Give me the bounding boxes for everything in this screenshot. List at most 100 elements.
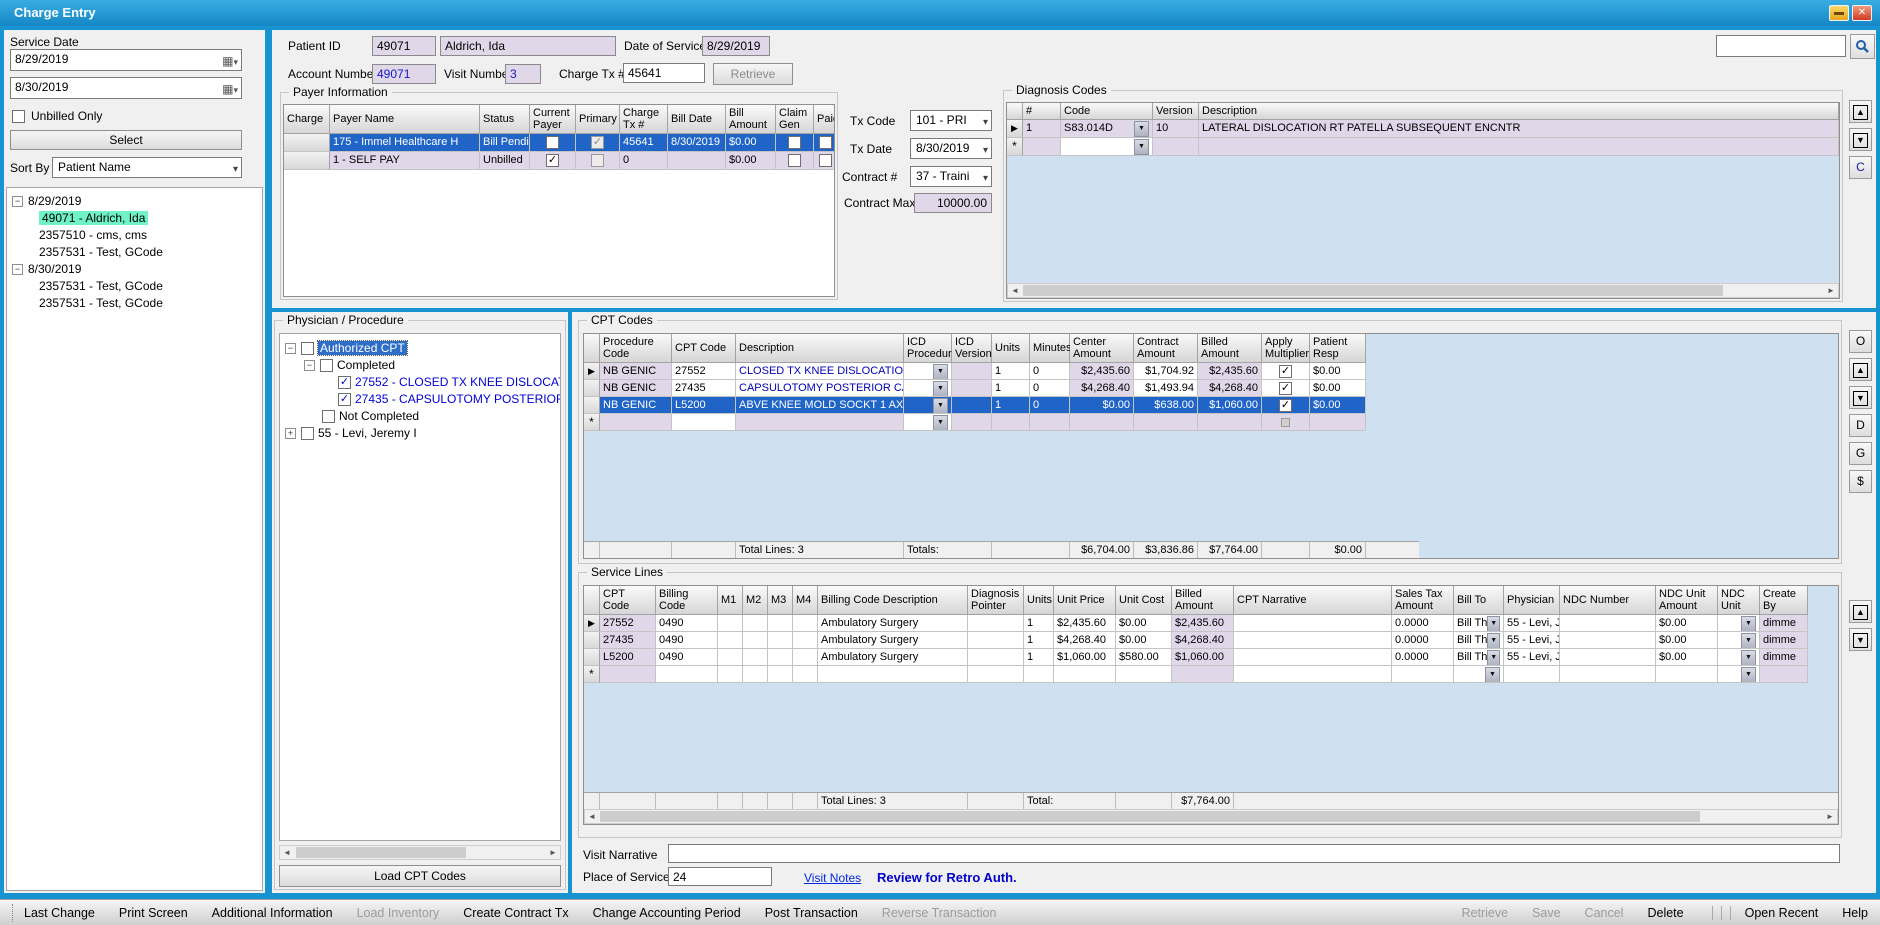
col-m3[interactable]: M3 — [768, 586, 793, 615]
cpt-dollar-button[interactable]: $ — [1849, 470, 1872, 493]
scroll-left-icon[interactable]: ◄ — [1008, 284, 1022, 297]
col-unit-price[interactable]: Unit Price — [1054, 586, 1116, 615]
col-billing-desc[interactable]: Billing Code Description — [818, 586, 968, 615]
paid-checkbox[interactable] — [819, 154, 832, 167]
visit-notes-link[interactable]: Visit Notes — [804, 871, 861, 885]
dropdown-icon[interactable]: ▼ — [933, 381, 948, 397]
service-hscrollbar[interactable]: ◄ ► — [584, 809, 1838, 824]
service-move-up-button[interactable]: ▲ — [1849, 600, 1872, 623]
claim-gen-checkbox[interactable] — [788, 154, 801, 167]
col-description[interactable]: Description — [1199, 103, 1839, 120]
col-create-by[interactable]: Create By — [1760, 586, 1808, 615]
open-recent-button[interactable]: Open Recent — [1745, 906, 1819, 920]
col-bill-date[interactable]: Bill Date — [668, 105, 726, 134]
cpt-row[interactable]: NB GENIC 27435 CAPSULOTOMY POSTERIOR CAP… — [584, 380, 1838, 397]
service-date-from-picker[interactable]: 8/29/2019 ▦▾ — [10, 49, 242, 71]
tree-node-not-completed[interactable]: Not Completed — [322, 408, 419, 425]
checkbox-icon[interactable] — [301, 342, 314, 355]
col-unit-cost[interactable]: Unit Cost — [1116, 586, 1172, 615]
scroll-left-icon[interactable]: ◄ — [585, 810, 599, 823]
col-sales-tax[interactable]: Sales Tax Amount — [1392, 586, 1454, 615]
col-billed-amount[interactable]: Billed Amount — [1172, 586, 1234, 615]
print-screen-button[interactable]: Print Screen — [119, 906, 188, 920]
place-of-service-input[interactable]: 24 — [668, 867, 772, 886]
col-payer-name[interactable]: Payer Name — [330, 105, 480, 134]
dropdown-icon[interactable]: ▼ — [1134, 121, 1149, 137]
col-contract-amount[interactable]: Contract Amount — [1134, 334, 1198, 363]
col-bill-amount[interactable]: Bill Amount — [726, 105, 776, 134]
cpt-new-row[interactable]: * ▼ — [584, 414, 1838, 431]
scroll-right-icon[interactable]: ► — [546, 846, 560, 859]
col-billed-amount[interactable]: Billed Amount — [1198, 334, 1262, 363]
additional-information-button[interactable]: Additional Information — [212, 906, 333, 920]
col-cpt-code[interactable]: CPT Code — [600, 586, 656, 615]
col-ndc-unit[interactable]: NDC Unit — [1718, 586, 1760, 615]
col-m2[interactable]: M2 — [743, 586, 768, 615]
scroll-right-icon[interactable]: ► — [1824, 284, 1838, 297]
col-diagnosis-pointer[interactable]: Diagnosis Pointer — [968, 586, 1024, 615]
post-transaction-button[interactable]: Post Transaction — [765, 906, 858, 920]
physician-hscrollbar[interactable]: ◄ ► — [279, 845, 561, 860]
collapse-icon[interactable]: − — [304, 360, 315, 371]
col-status[interactable]: Status — [480, 105, 530, 134]
col-billing-code[interactable]: Billing Code — [656, 586, 718, 615]
checked-checkbox-icon[interactable]: ✓ — [338, 393, 351, 406]
window-titlebar[interactable]: Charge Entry — [0, 0, 1880, 26]
tree-root-authorized-cpt[interactable]: −Authorized CPT — [285, 340, 407, 357]
col-bill-to[interactable]: Bill To — [1454, 586, 1504, 615]
checked-checkbox-icon[interactable]: ✓ — [338, 376, 351, 389]
cpt-row[interactable]: ▶ NB GENIC 27552 CLOSED TX KNEE DISLOCAT… — [584, 363, 1838, 380]
col-units[interactable]: Units — [992, 334, 1030, 363]
diagnosis-move-up-button[interactable]: ▲ — [1849, 100, 1872, 123]
service-row[interactable]: L5200 0490 Ambulatory Surgery 1 $1,060.0… — [584, 649, 1838, 666]
last-change-button[interactable]: Last Change — [24, 906, 95, 920]
tx-code-select[interactable]: 101 - PRI▾ — [910, 110, 992, 131]
col-current-payer[interactable]: Current Payer — [530, 105, 576, 134]
col-procedure-code[interactable]: Procedure Code — [600, 334, 672, 363]
checkbox-icon[interactable] — [301, 427, 314, 440]
col-units[interactable]: Units — [1024, 586, 1054, 615]
col-apply-multiplier[interactable]: Apply Multiplier — [1262, 334, 1310, 363]
expand-icon[interactable]: + — [285, 428, 296, 439]
tree-group-date[interactable]: −8/30/2019 — [12, 261, 81, 278]
dropdown-icon[interactable]: ▼ — [933, 415, 948, 431]
scroll-left-icon[interactable]: ◄ — [280, 846, 294, 859]
col-code[interactable]: Code — [1061, 103, 1153, 120]
col-paid[interactable]: Paid — [814, 105, 835, 134]
col-center-amount[interactable]: Center Amount — [1070, 334, 1134, 363]
dropdown-icon[interactable]: ▼ — [1487, 616, 1500, 632]
close-icon[interactable]: ✕ — [1852, 5, 1872, 21]
select-button[interactable]: Select — [10, 130, 242, 150]
dropdown-icon[interactable]: ▼ — [933, 398, 948, 414]
col-ndc-unit-amount[interactable]: NDC Unit Amount — [1656, 586, 1718, 615]
col-claim-gen[interactable]: Claim Gen — [776, 105, 814, 134]
search-button[interactable] — [1850, 34, 1875, 59]
claim-gen-checkbox[interactable] — [788, 136, 801, 149]
dropdown-icon[interactable]: ▼ — [1741, 650, 1756, 666]
dropdown-icon[interactable]: ▼ — [1134, 139, 1149, 155]
tree-item-patient[interactable]: 2357531 - Test, GCode — [39, 278, 163, 295]
delete-button[interactable]: Delete — [1647, 906, 1683, 920]
apply-multiplier-checkbox[interactable]: ✓ — [1279, 399, 1292, 412]
calendar-icon[interactable]: ▦▾ — [222, 80, 238, 99]
create-contract-tx-button[interactable]: Create Contract Tx — [463, 906, 568, 920]
cpt-d-button[interactable]: D — [1849, 414, 1872, 437]
col-m1[interactable]: M1 — [718, 586, 743, 615]
contract-select[interactable]: 37 - Traini▾ — [910, 166, 992, 187]
collapse-icon[interactable]: − — [12, 264, 23, 275]
col-ndc-number[interactable]: NDC Number — [1560, 586, 1656, 615]
search-input[interactable] — [1716, 35, 1846, 57]
cpt-g-button[interactable]: G — [1849, 442, 1872, 465]
apply-multiplier-checkbox[interactable]: ✓ — [1279, 382, 1292, 395]
col-m4[interactable]: M4 — [793, 586, 818, 615]
checkbox-icon[interactable] — [12, 110, 25, 123]
col-num[interactable]: # — [1023, 103, 1061, 120]
col-charge[interactable]: Charge — [284, 105, 330, 134]
retrieve-button[interactable]: Retrieve — [713, 63, 793, 85]
tree-item-patient[interactable]: 2357510 - cms, cms — [39, 227, 147, 244]
tree-item-patient[interactable]: 49071 - Aldrich, Ida — [39, 210, 148, 227]
cpt-move-up-button[interactable]: ▲ — [1849, 358, 1872, 381]
change-accounting-period-button[interactable]: Change Accounting Period — [593, 906, 741, 920]
diagnosis-move-down-button[interactable]: ▼ — [1849, 128, 1872, 151]
current-payer-checkbox[interactable] — [546, 136, 559, 149]
